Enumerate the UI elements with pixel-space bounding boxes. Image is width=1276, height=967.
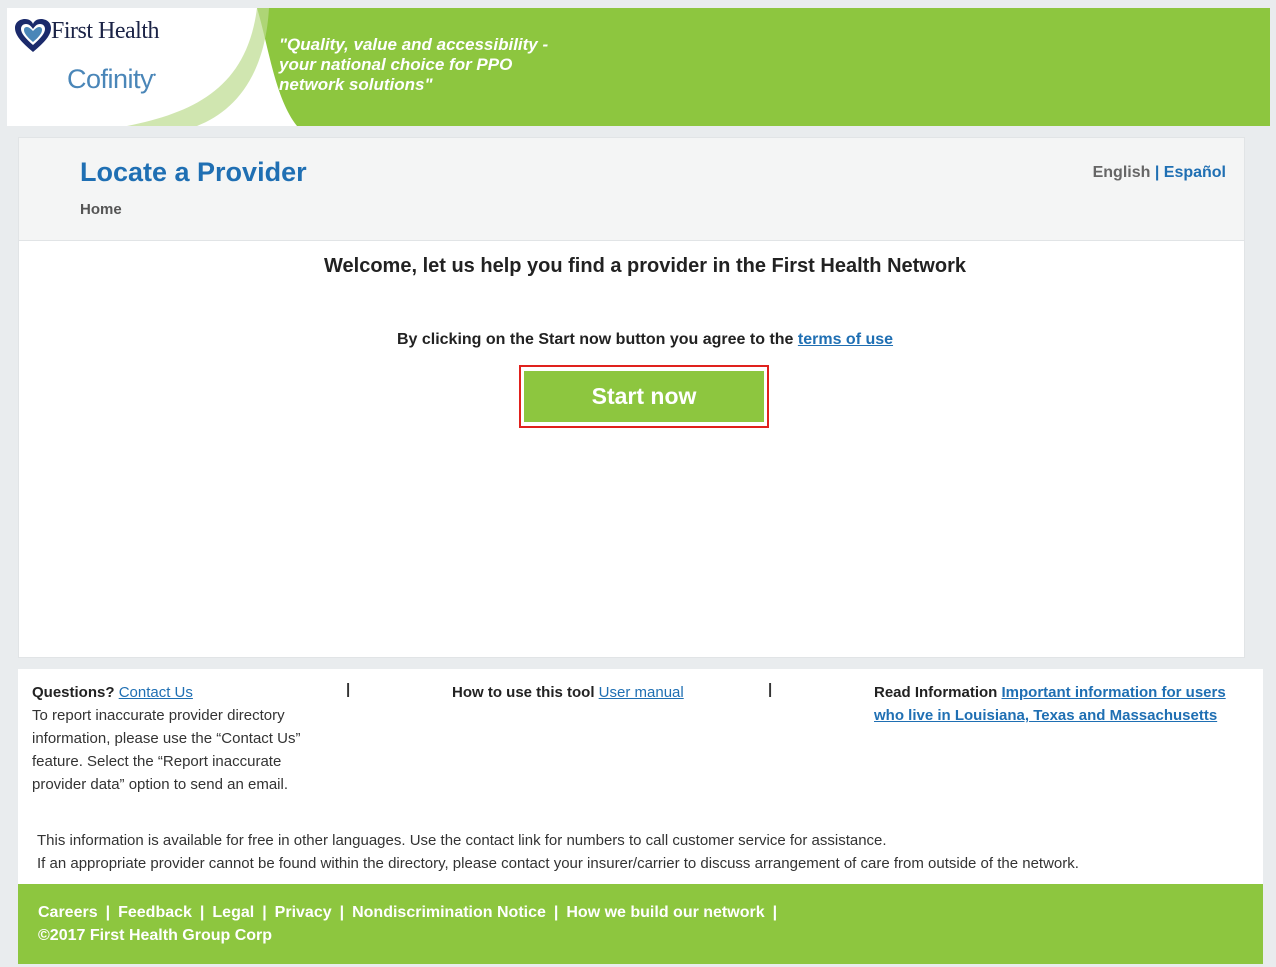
provider-notice: If an appropriate provider cannot be fou… — [37, 855, 1079, 872]
welcome-heading: Welcome, let us help you find a provider… — [324, 255, 966, 277]
footer: Careers | Feedback | Legal | Privacy | Nondiscri… — [18, 884, 1263, 964]
footer-link-nondiscrimination[interactable]: Nondiscrimination Notice — [352, 904, 546, 921]
lang-spanish-link[interactable]: Español — [1164, 164, 1226, 181]
terms-of-use-link[interactable]: terms of use — [798, 331, 893, 348]
contact-us-link[interactable]: Contact Us — [119, 684, 193, 701]
tagline-line: your national choice for PPO — [279, 55, 513, 74]
questions-column: Questions? Contact Us To report inaccura… — [32, 681, 322, 796]
how-to-column: How to use this tool User manual — [452, 681, 772, 704]
footer-separator: | — [553, 904, 559, 921]
language-notice: This information is available for free i… — [37, 832, 887, 849]
breadcrumb-home[interactable]: Home — [80, 201, 122, 218]
footer-separator: | — [339, 904, 345, 921]
tagline-line: "Quality, value and accessibility - — [279, 35, 549, 54]
heart-logo-icon — [15, 19, 51, 52]
how-to-label: How to use this tool — [452, 684, 595, 701]
lang-english-link[interactable]: English — [1093, 164, 1151, 181]
questions-body: To report inaccurate provider directory … — [32, 707, 301, 793]
column-separator: | — [768, 681, 773, 698]
footer-separator: | — [772, 904, 778, 921]
read-info-label: Read Information — [874, 684, 998, 701]
footer-separator: | — [199, 904, 205, 921]
footer-link-network[interactable]: How we build our network — [566, 904, 764, 921]
start-now-button[interactable]: Start now — [524, 371, 764, 422]
footer-links: Careers | Feedback | Legal | Privacy | Nondiscri… — [38, 904, 785, 922]
logo-first-health-text: First Health — [51, 18, 160, 44]
column-separator: | — [346, 681, 351, 698]
read-info-column: Read Information Important information f… — [874, 681, 1244, 727]
logo-cofinity-text: Cofinity• — [67, 64, 156, 94]
footer-link-legal[interactable]: Legal — [212, 904, 254, 921]
title-bar: Locate a Provider Home English | Español — [18, 137, 1245, 241]
questions-label: Questions? — [32, 684, 115, 701]
language-switcher: English | Español — [1093, 164, 1226, 182]
tagline-line: network solutions" — [279, 75, 433, 94]
main-panel: Welcome, let us help you find a provider… — [18, 241, 1245, 658]
header-banner: First Health Cofinity• "Quality, value a… — [7, 8, 1270, 126]
lang-separator: | — [1154, 164, 1160, 181]
tagline: "Quality, value and accessibility - your… — [279, 35, 639, 95]
agree-text: By clicking on the Start now button you … — [396, 331, 794, 348]
footer-separator: | — [262, 904, 267, 921]
footer-separator: | — [105, 904, 111, 921]
footer-link-careers[interactable]: Careers — [38, 904, 98, 921]
footer-link-privacy[interactable]: Privacy — [275, 904, 332, 921]
footer-link-feedback[interactable]: Feedback — [118, 904, 192, 921]
info-section: Questions? Contact Us To report inaccura… — [18, 669, 1263, 885]
user-manual-link[interactable]: User manual — [599, 684, 684, 701]
terms-agreement-text: By clicking on the Start now button you … — [19, 331, 1271, 349]
page-title: Locate a Provider — [80, 157, 307, 187]
copyright: ©2017 First Health Group Corp — [38, 927, 273, 944]
